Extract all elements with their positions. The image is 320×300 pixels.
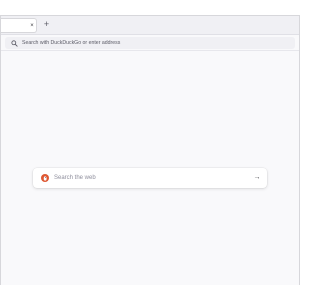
web-search-box[interactable]: Search the web → bbox=[33, 168, 267, 188]
address-bar-placeholder: Search with DuckDuckGo or enter address bbox=[22, 40, 121, 46]
new-tab-button[interactable]: + bbox=[42, 19, 51, 30]
address-bar[interactable]: Search with DuckDuckGo or enter address bbox=[5, 37, 295, 49]
web-search-placeholder: Search the web bbox=[54, 175, 96, 181]
arrow-right-icon[interactable]: → bbox=[253, 174, 261, 182]
duckduckgo-icon bbox=[41, 174, 49, 182]
tab-close-button[interactable]: × bbox=[28, 21, 36, 31]
active-tab[interactable]: × bbox=[1, 18, 37, 33]
new-tab-page: Search the web → bbox=[1, 52, 299, 285]
search-icon bbox=[10, 39, 19, 48]
browser-window: × + Search with DuckDuckGo or enter addr… bbox=[0, 15, 300, 285]
navigation-toolbar: Search with DuckDuckGo or enter address bbox=[1, 35, 299, 51]
tab-bar: × + bbox=[1, 16, 299, 35]
